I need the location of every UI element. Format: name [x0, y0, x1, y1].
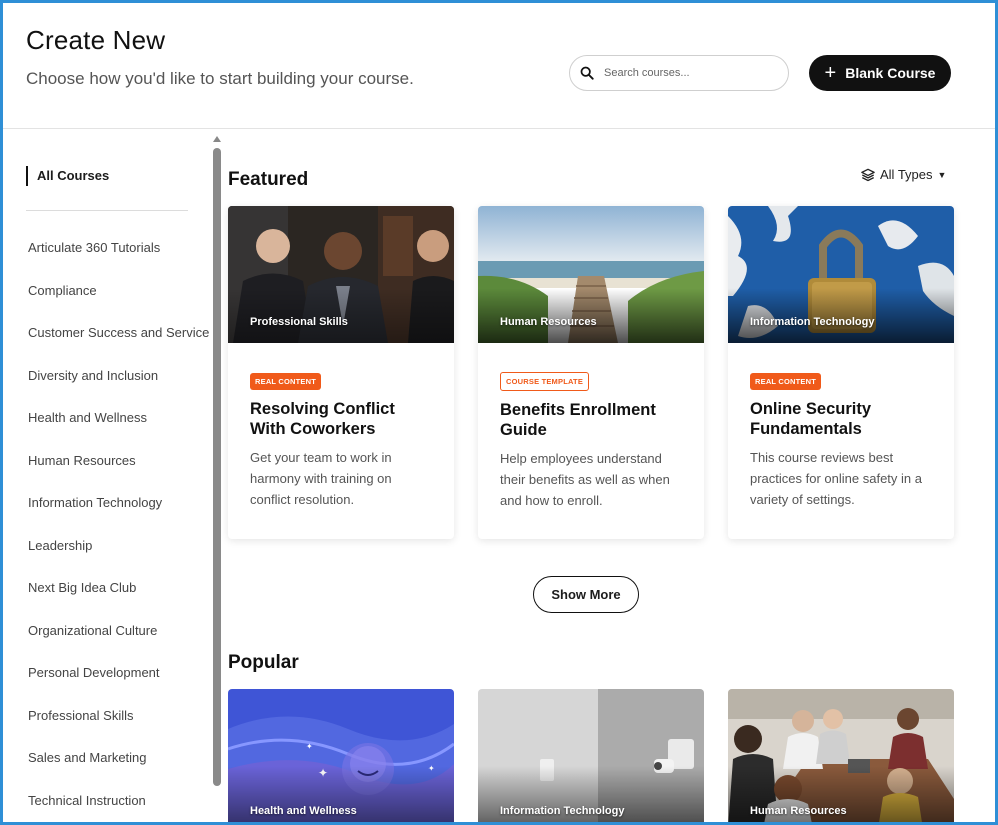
sidebar-item-sales-marketing[interactable]: Sales and Marketing [28, 750, 209, 793]
course-title: Online Security Fundamentals [750, 400, 872, 438]
course-badge: REAL CONTENT [750, 373, 822, 390]
sidebar-item-leadership[interactable]: Leadership [28, 538, 209, 581]
course-badge: REAL CONTENT [250, 373, 322, 390]
course-image: Information Technology [728, 206, 954, 343]
course-category-label: Human Resources [500, 316, 597, 328]
course-category-label: Human Resources [750, 805, 847, 817]
search-box[interactable] [569, 55, 789, 91]
sidebar-item-human-resources[interactable]: Human Resources [28, 453, 209, 496]
course-description: Get your team to work in harmony with tr… [250, 450, 392, 507]
popular-heading: Popular [228, 652, 299, 673]
sidebar-item-health[interactable]: Health and Wellness [28, 410, 209, 453]
popular-course-card[interactable]: ✦ ✦ ✦ Health and Wellness [228, 689, 454, 822]
layers-icon [861, 168, 875, 181]
course-card[interactable]: Information Technology REAL CONTENT Onli… [728, 206, 954, 539]
course-title: Benefits Enrollment Guide [500, 401, 656, 439]
popular-course-card[interactable]: Human Resources [728, 689, 954, 822]
sidebar-item-compliance[interactable]: Compliance [28, 283, 209, 326]
featured-heading: Featured [228, 169, 309, 190]
course-category-label: Professional Skills [250, 316, 348, 328]
sidebar: All Courses Articulate 360 Tutorials Com… [3, 130, 215, 823]
sidebar-item-professional-skills[interactable]: Professional Skills [28, 708, 209, 751]
sidebar-item-next-big-idea-club[interactable]: Next Big Idea Club [28, 580, 209, 623]
plus-icon: + [824, 62, 837, 84]
type-filter-dropdown[interactable]: All Types ▼ [861, 167, 946, 182]
sidebar-item-technical-instruction[interactable]: Technical Instruction [28, 793, 209, 823]
sidebar-item-customer-success[interactable]: Customer Success and Service [28, 325, 209, 368]
show-more-button[interactable]: Show More [533, 576, 639, 613]
course-category-label: Information Technology [500, 805, 625, 817]
search-input[interactable] [604, 67, 774, 79]
scrollbar-thumb[interactable] [213, 148, 221, 786]
app-frame: Create New Choose how you'd like to star… [0, 0, 998, 825]
sidebar-item-all-courses[interactable]: All Courses [26, 166, 109, 186]
chevron-down-icon: ▼ [937, 169, 947, 180]
sidebar-item-articulate-360-tutorials[interactable]: Articulate 360 Tutorials [28, 240, 209, 283]
course-title: Resolving Conflict With Coworkers [250, 400, 395, 438]
type-filter-label: All Types [880, 167, 933, 182]
page-title: Create New [26, 25, 166, 55]
sidebar-scrollbar[interactable] [212, 136, 222, 796]
search-icon [580, 66, 594, 80]
blank-course-button[interactable]: + Blank Course [809, 55, 951, 91]
popular-course-card[interactable]: Information Technology [478, 689, 704, 822]
sidebar-category-list: Articulate 360 Tutorials Compliance Cust… [28, 240, 209, 823]
page-subtitle: Choose how you'd like to start building … [26, 69, 414, 88]
course-card[interactable]: Professional Skills REAL CONTENT Resolvi… [228, 206, 454, 539]
course-description: Help employees understand their benefits… [500, 451, 670, 508]
course-category-label: Health and Wellness [250, 805, 357, 817]
course-card[interactable]: Human Resources COURSE TEMPLATE Benefits… [478, 206, 704, 539]
course-description: This course reviews best practices for o… [750, 450, 922, 507]
sidebar-item-information-technology[interactable]: Information Technology [28, 495, 209, 538]
course-image: Professional Skills [228, 206, 454, 343]
course-image: Human Resources [478, 206, 704, 343]
header: Create New Choose how you'd like to star… [3, 3, 995, 129]
sidebar-item-diversity[interactable]: Diversity and Inclusion [28, 368, 209, 411]
blank-course-label: Blank Course [845, 65, 936, 81]
course-category-label: Information Technology [750, 316, 875, 328]
course-badge: COURSE TEMPLATE [500, 372, 590, 391]
sidebar-item-organizational-culture[interactable]: Organizational Culture [28, 623, 209, 666]
sidebar-divider [26, 210, 188, 211]
scroll-up-arrow-icon[interactable] [213, 136, 221, 142]
sidebar-item-personal-development[interactable]: Personal Development [28, 665, 209, 708]
